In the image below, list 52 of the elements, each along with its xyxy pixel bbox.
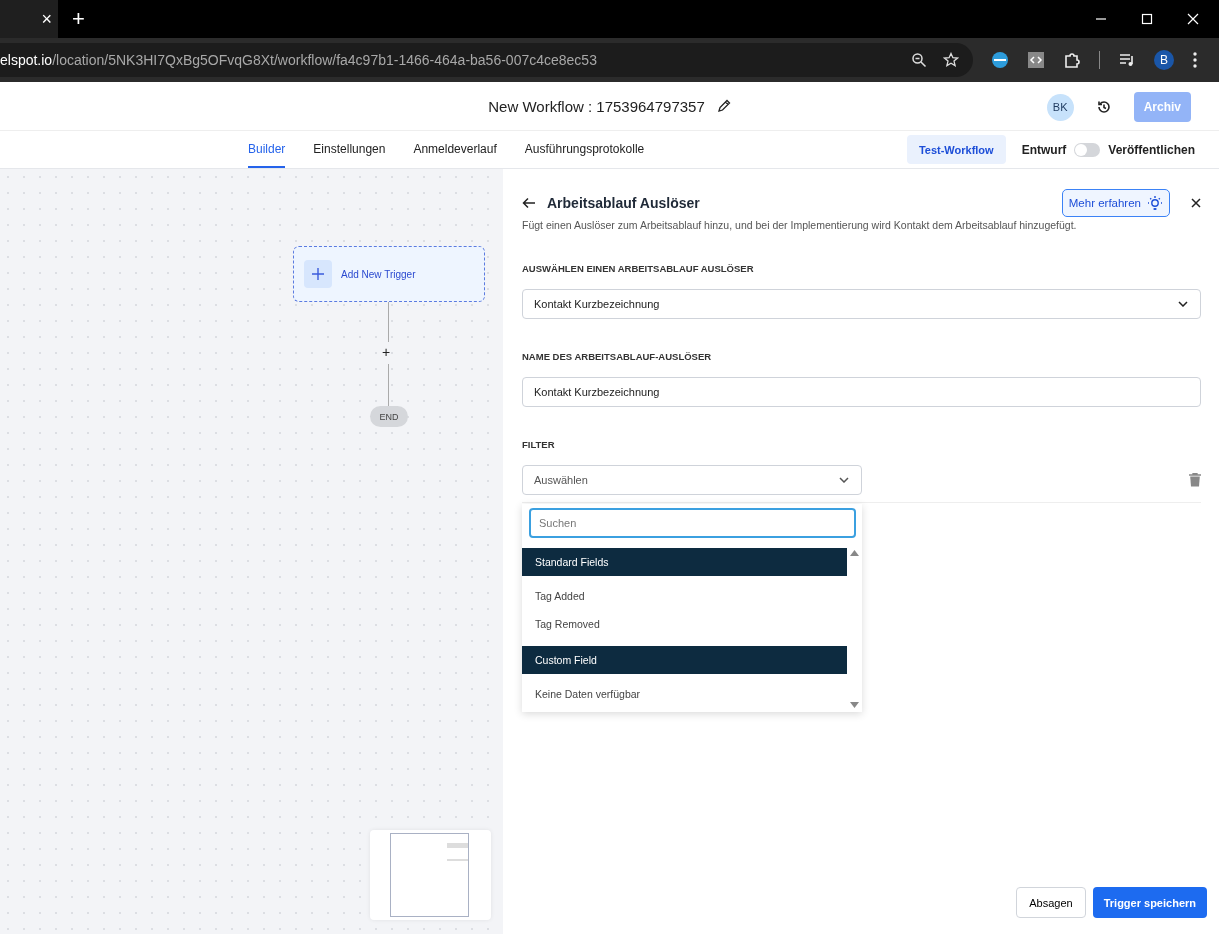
back-arrow-icon[interactable] [522, 197, 536, 209]
draft-label: Entwurf [1021, 142, 1067, 157]
trash-icon[interactable] [1189, 473, 1201, 487]
trigger-name-field[interactable]: Kontakt Kurzbezeichnung [522, 377, 1201, 407]
pencil-icon[interactable] [716, 99, 731, 113]
panel-title: Arbeitsablauf Auslöser [547, 195, 700, 211]
extension-icon[interactable] [991, 51, 1009, 69]
scroll-up-icon[interactable] [850, 550, 859, 556]
lightbulb-icon [1147, 195, 1163, 211]
zoom-icon[interactable] [911, 52, 927, 68]
chevron-down-icon [839, 477, 849, 483]
close-icon[interactable] [1191, 198, 1201, 208]
search-field[interactable]: Suchen [529, 508, 856, 538]
group-header: Standard Fields [522, 548, 847, 576]
user-avatar[interactable]: BK [1046, 93, 1074, 121]
filter-select[interactable]: Auswählen [522, 465, 862, 495]
trigger-select[interactable]: Kontakt Kurzbezeichnung [522, 289, 1201, 319]
workflow-title: New Workflow : 1753964797357 [488, 97, 705, 115]
panel-description: Fügt einen Auslöser zum Arbeitsablauf hinzu, und bei der Implementierung wird Kontakt dem Arbeitsablauf hinzugefügt. [522, 219, 1078, 231]
nav-tab[interactable]: Einstellungen [313, 131, 386, 168]
nav-tab[interactable]: Anmeldeverlauf [413, 131, 497, 168]
cancel-button[interactable]: Absagen [1016, 887, 1086, 918]
media-icon[interactable] [1118, 51, 1136, 69]
scroll-down-icon[interactable] [850, 702, 859, 708]
code-icon[interactable] [1027, 51, 1045, 69]
star-icon[interactable] [943, 52, 959, 68]
publish-label: Veröffentlichen [1108, 142, 1195, 157]
history-icon[interactable] [1095, 99, 1112, 115]
publish-toggle[interactable] [1074, 142, 1101, 157]
field-label: AUSWÄHLEN EINEN ARBEITSABLAUF AUSLÖSER [522, 263, 755, 274]
field-label: FILTER [522, 439, 556, 450]
maximize-icon[interactable] [1141, 13, 1153, 25]
end-node: END [370, 406, 408, 427]
empty-message: Keine Daten verfügbar [534, 687, 642, 702]
menu-icon[interactable] [1192, 51, 1198, 69]
menu-option[interactable]: Tag Added [522, 582, 847, 610]
save-trigger-button[interactable]: Trigger speichern [1092, 887, 1207, 918]
chevron-down-icon [1178, 301, 1188, 307]
test-workflow-button[interactable]: Test-Workflow [906, 135, 1006, 164]
puzzle-icon[interactable] [1063, 51, 1081, 69]
menu-option[interactable]: Tag Removed [522, 610, 847, 638]
address-field[interactable]: elspot.io/location/5NK3HI7QxBg5OFvqG8Xt/workflow/fa4c97b1-1466-464a-ba56-007c4ce8ec53 [0, 43, 973, 77]
nav-tab[interactable]: Ausführungsprotokolle [524, 131, 645, 168]
plus-icon [312, 268, 324, 280]
group-header: Custom Field [522, 646, 847, 674]
field-label: NAME DES ARBEITSABLAUF-AUSLÖSER [522, 351, 713, 362]
learn-more-button[interactable]: Mehr erfahren [1061, 189, 1170, 217]
add-trigger-node[interactable]: Add New Trigger [293, 246, 485, 302]
profile-avatar[interactable]: B [1154, 50, 1174, 70]
add-step-button[interactable]: + [382, 343, 391, 361]
tab-close-button[interactable]: × [41, 8, 52, 30]
new-tab-button[interactable]: + [72, 6, 85, 32]
